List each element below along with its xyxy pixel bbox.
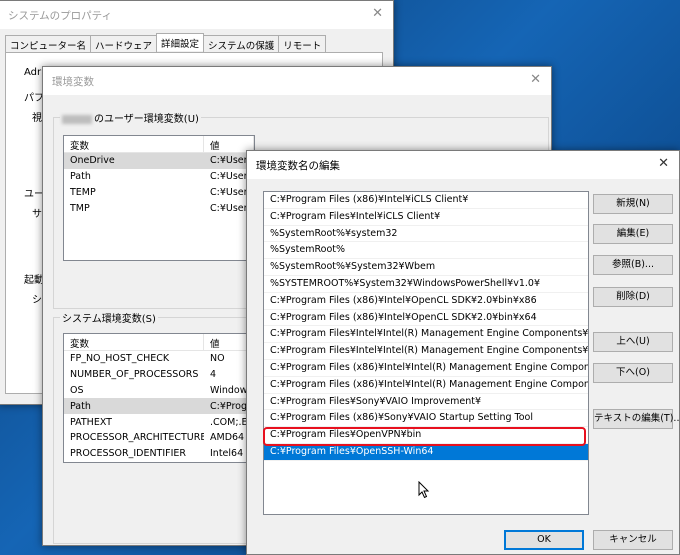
admin-text-fragment: Adr — [24, 67, 42, 78]
variable-name: TEMP — [70, 186, 96, 198]
system-variables-header: 変数 値 — [64, 334, 254, 351]
edit-environment-variable-dialog: 環境変数名の編集 ✕ C:¥Program Files (x86)¥Intel¥… — [246, 150, 680, 555]
variable-name: FP_NO_HOST_CHECK — [70, 353, 170, 365]
system-properties-title: システムのプロパティ — [8, 10, 113, 22]
list-item-selected[interactable]: C:¥Program Files¥OpenSSH-Win64 — [264, 443, 588, 461]
selection-highlight-annotation — [263, 427, 586, 446]
variable-name: NUMBER_OF_PROCESSORS — [70, 369, 199, 381]
tab-remote[interactable]: リモート — [278, 35, 327, 53]
variable-name: PROCESSOR_IDENTIFIER — [70, 448, 187, 460]
variable-name: OS — [70, 384, 84, 396]
mouse-cursor-icon — [418, 481, 430, 499]
startup-text-fragment: シ — [32, 295, 42, 306]
system-variables-label: システム環境変数(S) — [60, 310, 158, 325]
user-profile-group-fragment: ユー — [24, 189, 44, 200]
delete-button[interactable]: 削除(D) — [593, 287, 673, 307]
cancel-button[interactable]: キャンセル — [593, 530, 673, 550]
performance-group-fragment: パフ — [24, 93, 44, 104]
table-row[interactable]: PATHEXT .COM;.EX — [64, 414, 254, 430]
close-icon[interactable]: ✕ — [658, 156, 669, 171]
list-item[interactable]: %SystemRoot% — [264, 242, 588, 260]
edit-text-button[interactable]: テキストの編集(T)... — [593, 409, 680, 429]
list-item[interactable]: %SystemRoot%¥system32 — [264, 226, 588, 243]
list-item[interactable]: C:¥Program Files (x86)¥Intel¥Intel(R) Ma… — [264, 377, 588, 394]
variable-name: Path — [70, 171, 91, 183]
system-properties-titlebar: システムのプロパティ ✕ — [0, 1, 393, 29]
edit-dialog-title: 環境変数名の編集 — [256, 160, 340, 172]
list-item[interactable]: C:¥Program Files¥Intel¥Intel(R) Manageme… — [264, 326, 588, 344]
edit-button[interactable]: 編集(E) — [593, 224, 673, 244]
table-row[interactable]: Path C:¥Progr — [64, 398, 254, 415]
list-item[interactable]: C:¥Program Files (x86)¥Intel¥iCLS Client… — [264, 192, 588, 209]
variable-name: PROCESSOR_ARCHITECTURE — [70, 432, 204, 444]
startup-group-fragment: 起動 — [24, 275, 44, 286]
close-icon[interactable]: ✕ — [530, 72, 541, 87]
path-entries-list[interactable]: C:¥Program Files (x86)¥Intel¥iCLS Client… — [263, 191, 589, 515]
list-item[interactable]: C:¥Program Files (x86)¥Sony¥VAIO Startup… — [264, 410, 588, 428]
table-row[interactable]: PROCESSOR_IDENTIFIER Intel64 Fa — [64, 446, 254, 462]
table-row[interactable]: PROCESSOR_ARCHITECTURE AMD64 — [64, 430, 254, 446]
move-up-button[interactable]: 上へ(U) — [593, 332, 673, 352]
visual-text-fragment: 視 — [32, 113, 42, 124]
column-header-variable[interactable]: 変数 — [64, 136, 204, 152]
variable-name: OneDrive — [70, 155, 115, 167]
system-properties-tabs: コンピューター名 ハードウェア 詳細設定 システムの保護 リモート — [5, 33, 327, 53]
environment-variables-titlebar: 環境変数 ✕ — [43, 67, 551, 95]
user-variables-label: のユーザー環境変数(U) — [94, 114, 199, 125]
table-row[interactable]: NUMBER_OF_PROCESSORS 4 — [64, 367, 254, 383]
user-profile-text-fragment: サ — [32, 209, 42, 220]
ok-button[interactable]: OK — [504, 530, 584, 550]
list-item[interactable]: %SystemRoot%¥System32¥Wbem — [264, 259, 588, 276]
browse-button[interactable]: 参照(B)... — [593, 255, 673, 275]
move-down-button[interactable]: 下へ(O) — [593, 363, 673, 383]
tab-system-protection[interactable]: システムの保護 — [203, 35, 280, 53]
list-item[interactable]: %SYSTEMROOT%¥System32¥WindowsPowerShell¥… — [264, 276, 588, 293]
tab-advanced[interactable]: 詳細設定 — [156, 33, 205, 51]
list-item[interactable]: C:¥Program Files¥Sony¥VAIO Improvement¥ — [264, 394, 588, 411]
list-item[interactable]: C:¥Program Files (x86)¥Intel¥OpenCL SDK¥… — [264, 293, 588, 310]
user-variables-legend: のユーザー環境変数(U) — [60, 110, 201, 125]
column-header-variable[interactable]: 変数 — [64, 334, 204, 350]
list-item[interactable]: C:¥Program Files¥Intel¥iCLS Client¥ — [264, 209, 588, 226]
list-item[interactable]: C:¥Program Files¥Intel¥Intel(R) Manageme… — [264, 343, 588, 360]
tab-hardware[interactable]: ハードウェア — [90, 35, 158, 53]
environment-variables-title: 環境変数 — [52, 76, 94, 88]
close-icon[interactable]: ✕ — [372, 6, 383, 21]
table-row[interactable]: TEMP C:¥Users¥ — [64, 185, 254, 201]
variable-name: PATHEXT — [70, 416, 112, 428]
redacted-username — [62, 114, 92, 124]
table-row[interactable]: OS Windows_ — [64, 383, 254, 399]
table-row[interactable]: TMP C:¥Users¥ — [64, 200, 254, 216]
system-variables-list[interactable]: 変数 値 FP_NO_HOST_CHECK NO NUMBER_OF_PROCES… — [63, 333, 255, 463]
tab-computer-name[interactable]: コンピューター名 — [5, 35, 92, 53]
new-button[interactable]: 新規(N) — [593, 194, 673, 214]
table-row[interactable]: Path C:¥Users¥ — [64, 169, 254, 185]
user-variables-list[interactable]: 変数 値 OneDrive C:¥Users¥ Path C:¥Users¥ TEM… — [63, 135, 255, 261]
list-item[interactable]: C:¥Program Files (x86)¥Intel¥Intel(R) Ma… — [264, 360, 588, 377]
user-variables-header: 変数 値 — [64, 136, 254, 153]
variable-name: Path — [70, 400, 91, 412]
variable-name: TMP — [70, 202, 90, 214]
list-item[interactable]: C:¥Program Files (x86)¥Intel¥OpenCL SDK¥… — [264, 310, 588, 327]
table-row[interactable]: OneDrive C:¥Users¥ — [64, 153, 254, 169]
edit-dialog-titlebar: 環境変数名の編集 ✕ — [247, 151, 679, 179]
table-row[interactable]: FP_NO_HOST_CHECK NO — [64, 351, 254, 367]
